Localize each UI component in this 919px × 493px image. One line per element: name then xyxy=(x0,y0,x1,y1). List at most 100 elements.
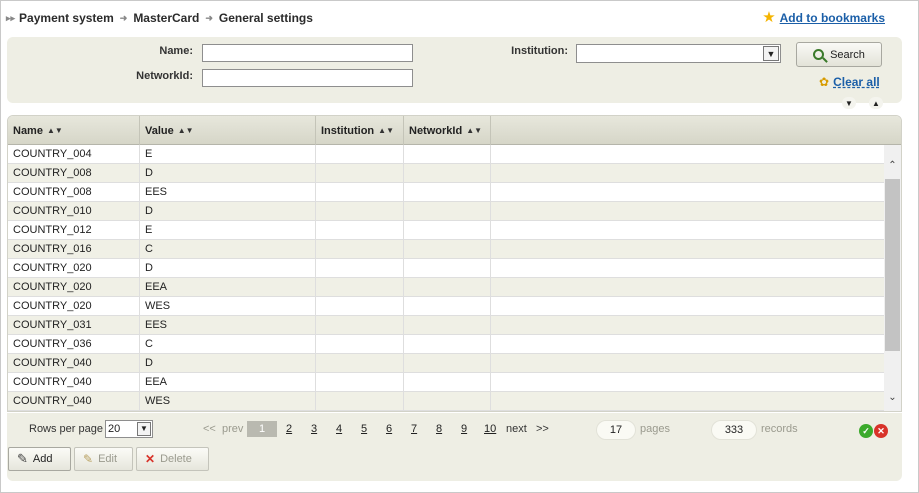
clear-all-link[interactable]: Clear all xyxy=(833,75,880,89)
rows-per-page-select[interactable]: 20 ▼ xyxy=(105,420,153,438)
table-row[interactable]: COUNTRY_040 WES xyxy=(8,392,886,411)
networkid-input[interactable] xyxy=(202,69,413,87)
cell-value: C xyxy=(140,335,316,354)
expand-down-icon[interactable]: ▼ xyxy=(842,97,856,109)
cell-networkid xyxy=(404,145,491,164)
table-row[interactable]: COUNTRY_020 EEA xyxy=(8,278,886,297)
cell-filler xyxy=(491,259,886,278)
page-link-9[interactable]: 9 xyxy=(461,413,467,445)
cell-filler xyxy=(491,335,886,354)
vertical-scrollbar[interactable]: ⌃ ⌄ xyxy=(884,145,901,411)
pages-label: pages xyxy=(640,423,670,435)
table-row[interactable]: COUNTRY_010 D xyxy=(8,202,886,221)
delete-button-label: Delete xyxy=(160,453,192,465)
total-records: 333 xyxy=(711,420,757,440)
page-link-4[interactable]: 4 xyxy=(336,413,342,445)
breadcrumb-payment-system[interactable]: Payment system xyxy=(19,11,114,25)
table-row[interactable]: COUNTRY_016 C xyxy=(8,240,886,259)
cell-name: COUNTRY_012 xyxy=(8,221,140,240)
page-link-7[interactable]: 7 xyxy=(411,413,417,445)
grid-header: Name ▲▼ Value ▲▼ Institution ▲▼ NetworkId ▲▼ xyxy=(8,116,901,145)
breadcrumb-separator-icon: ➜ xyxy=(205,12,213,23)
cell-filler xyxy=(491,392,886,411)
search-button[interactable]: Search xyxy=(796,42,882,67)
page-link-3[interactable]: 3 xyxy=(311,413,317,445)
table-row[interactable]: COUNTRY_031 EES xyxy=(8,316,886,335)
first-page-link[interactable]: << xyxy=(203,413,216,445)
add-document-icon: ✎ xyxy=(17,451,28,466)
cell-name: COUNTRY_036 xyxy=(8,335,140,354)
column-header-label: Value xyxy=(145,124,174,137)
current-page: 1 xyxy=(247,421,277,437)
cell-institution xyxy=(316,392,404,411)
table-row[interactable]: COUNTRY_020 D xyxy=(8,259,886,278)
scroll-down-icon[interactable]: ⌄ xyxy=(884,389,901,406)
breadcrumb-lead-icon: ▸▸ xyxy=(6,12,16,23)
page-link-8[interactable]: 8 xyxy=(436,413,442,445)
cell-networkid xyxy=(404,259,491,278)
close-icon[interactable]: ✕ xyxy=(874,424,888,438)
cell-filler xyxy=(491,354,886,373)
cell-filler xyxy=(491,316,886,335)
cell-value: EEA xyxy=(140,278,316,297)
cell-filler xyxy=(491,221,886,240)
column-header-networkid[interactable]: NetworkId ▲▼ xyxy=(404,116,491,145)
delete-button[interactable]: ✕ Delete xyxy=(136,447,209,471)
cell-networkid xyxy=(404,335,491,354)
institution-select[interactable]: ▼ xyxy=(576,44,781,63)
next-page-link[interactable]: next xyxy=(506,413,527,445)
rows-per-page-label: Rows per page xyxy=(29,423,103,435)
cell-networkid xyxy=(404,202,491,221)
name-input[interactable] xyxy=(202,44,413,62)
add-button[interactable]: ✎ Add xyxy=(8,447,71,471)
chevron-down-icon[interactable]: ▼ xyxy=(137,422,151,436)
cell-name: COUNTRY_040 xyxy=(8,392,140,411)
name-label: Name: xyxy=(159,45,193,57)
cell-networkid xyxy=(404,221,491,240)
edit-button[interactable]: ✎ Edit xyxy=(74,447,133,471)
scroll-up-icon[interactable]: ⌃ xyxy=(884,157,901,174)
cell-name: COUNTRY_008 xyxy=(8,164,140,183)
sort-icon: ▲▼ xyxy=(177,126,194,135)
last-page-link[interactable]: >> xyxy=(536,413,549,445)
broom-icon: ✿ xyxy=(819,75,830,89)
table-row[interactable]: COUNTRY_040 D xyxy=(8,354,886,373)
cell-name: COUNTRY_010 xyxy=(8,202,140,221)
page-link-5[interactable]: 5 xyxy=(361,413,367,445)
cell-filler xyxy=(491,297,886,316)
table-row[interactable]: COUNTRY_012 E xyxy=(8,221,886,240)
cell-name: COUNTRY_020 xyxy=(8,278,140,297)
cell-institution xyxy=(316,354,404,373)
table-row[interactable]: COUNTRY_036 C xyxy=(8,335,886,354)
total-pages: 17 xyxy=(596,420,636,440)
institution-label: Institution: xyxy=(511,45,568,57)
prev-page-link[interactable]: prev xyxy=(222,413,243,445)
collapse-up-icon[interactable]: ▲ xyxy=(869,97,883,109)
cell-networkid xyxy=(404,164,491,183)
table-row[interactable]: COUNTRY_004 E xyxy=(8,145,886,164)
page-link-2[interactable]: 2 xyxy=(286,413,292,445)
column-header-institution[interactable]: Institution ▲▼ xyxy=(316,116,404,145)
cell-filler xyxy=(491,240,886,259)
table-row[interactable]: COUNTRY_008 D xyxy=(8,164,886,183)
column-header-name[interactable]: Name ▲▼ xyxy=(8,116,140,145)
column-header-value[interactable]: Value ▲▼ xyxy=(140,116,316,145)
breadcrumb-mastercard[interactable]: MasterCard xyxy=(133,11,199,25)
cell-institution xyxy=(316,335,404,354)
cell-institution xyxy=(316,278,404,297)
table-row[interactable]: COUNTRY_040 EEA xyxy=(8,373,886,392)
check-icon[interactable]: ✓ xyxy=(859,424,873,438)
column-header-label: Institution xyxy=(321,124,375,137)
scrollbar-thumb[interactable] xyxy=(885,179,900,351)
clear-all: ✿ Clear all xyxy=(819,75,880,89)
cell-institution xyxy=(316,373,404,392)
page-link-10[interactable]: 10 xyxy=(484,413,496,445)
edit-button-label: Edit xyxy=(98,453,118,465)
add-to-bookmarks-link[interactable]: Add to bookmarks xyxy=(780,11,885,25)
table-row[interactable]: COUNTRY_020 WES xyxy=(8,297,886,316)
chevron-down-icon[interactable]: ▼ xyxy=(763,46,779,61)
page-link-6[interactable]: 6 xyxy=(386,413,392,445)
cell-name: COUNTRY_031 xyxy=(8,316,140,335)
table-row[interactable]: COUNTRY_008 EES xyxy=(8,183,886,202)
cell-institution xyxy=(316,259,404,278)
